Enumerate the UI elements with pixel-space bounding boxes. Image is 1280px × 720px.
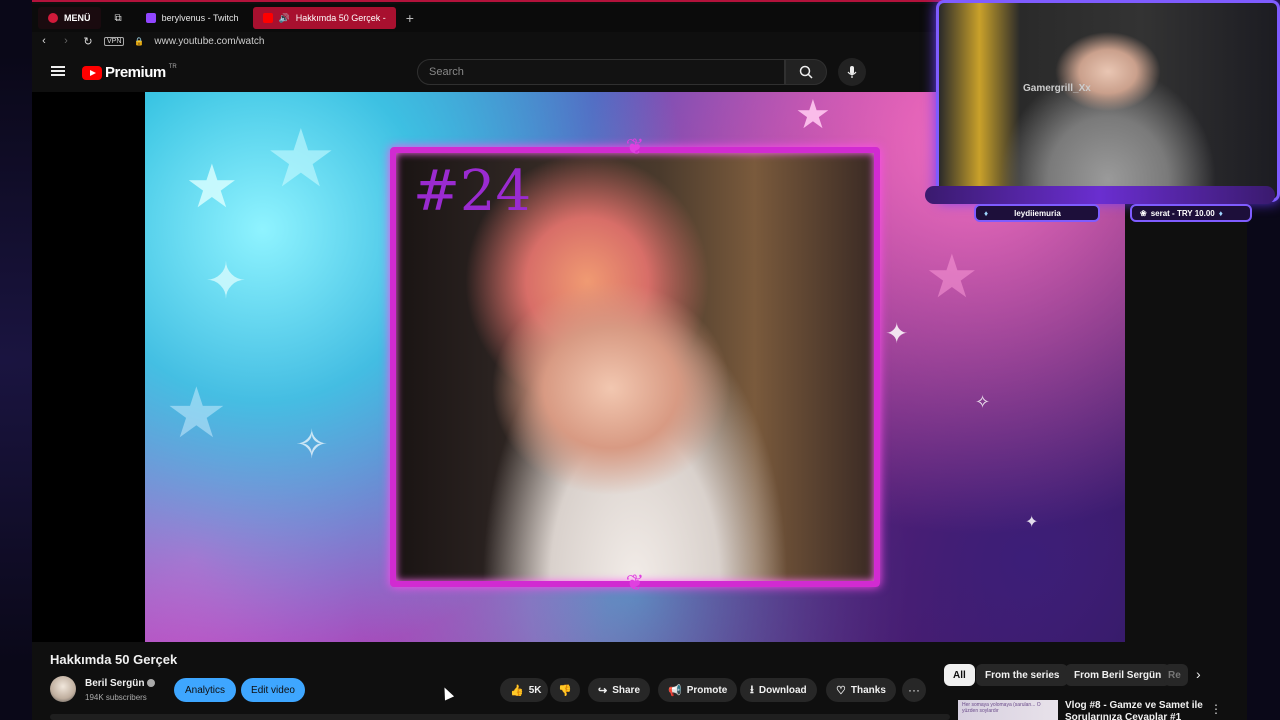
audio-icon[interactable]: 🔊 [279,13,290,24]
youtube-tab-icon [262,13,273,23]
more-actions-button[interactable]: ··· [902,678,926,702]
frame-ornament-bottom: ❦ [625,570,645,595]
logo-region: TR [168,64,177,70]
search-button[interactable] [785,59,827,85]
star-decoration: ✦ [885,318,909,349]
promote-label: Promote [686,684,728,696]
thumbs-down-icon: 👎 [558,684,572,697]
download-icon: ⭳ [750,683,754,696]
recommended-menu-icon[interactable]: ⋮ [1210,702,1222,716]
tab-youtube-label: Hakkımda 50 Gerçek - [295,13,386,23]
heart-gem-icon: ♦ [984,208,989,218]
share-icon: ↪ [598,684,608,697]
hamburger-menu-icon[interactable] [51,66,65,76]
viewer-alert-name: leydiiemuria [1014,208,1061,218]
channel-name[interactable]: Beril Sergün [85,678,156,689]
like-button[interactable]: 👍 5K [500,678,548,702]
share-button[interactable]: ↪ Share [588,678,651,702]
search-input[interactable]: Search [417,59,785,85]
recommended-title[interactable]: Vlog #8 - Gamze ve Samet ile Sorularınız… [1065,700,1205,720]
new-tab-button[interactable]: + [400,10,420,26]
chip-from-the-series[interactable]: From the series [976,664,1069,686]
tab-twitch-label: berylvenus - Twitch [161,13,239,23]
star-decoration: ✧ [295,423,329,467]
lock-icon: 🔒 [134,36,145,46]
chip-from-channel[interactable]: From Beril Sergün [1065,664,1171,686]
paw-icon: ❀ [1140,208,1147,218]
star-decoration: ✦ [205,253,247,309]
super-thanks-icon: ♡ [836,684,846,697]
browser-menu-button[interactable]: MENÜ [38,7,101,29]
opera-icon [48,13,58,23]
star-decoration: ★ [185,153,239,220]
channel-avatar[interactable] [50,676,76,702]
video-title: Hakkımda 50 Gerçek [50,652,178,667]
search-icon [799,65,813,79]
download-label: Download [758,684,807,696]
gaming-chair-label: Gamergrill_Xx [1023,83,1091,94]
gem-icon: ♦ [1218,208,1223,218]
browser-menu-label: MENÜ [64,13,91,23]
chevron-right-icon[interactable]: › [1196,666,1201,682]
twitch-icon [145,13,156,23]
analytics-button[interactable]: Analytics [174,678,236,702]
microphone-icon [847,66,857,78]
verified-icon [147,679,156,688]
frame-ornament-top: ❦ [625,134,645,159]
like-count: 5K [528,684,542,696]
portrait-frame: #24 [390,147,880,587]
subscriber-count: 194K subscribers [85,693,147,702]
forward-icon[interactable]: › [60,35,72,47]
logo-word: Premium [105,64,166,81]
megaphone-icon: 📢 [668,684,682,697]
share-label: Share [612,684,641,696]
vpn-badge[interactable]: VPN [104,36,125,46]
screen: MENÜ ⧉ berylvenus - Twitch 🔊 Hakkımda 50… [0,0,1280,720]
recommended-thumbnail[interactable]: Her somaya yolomaya (sarulan... O yüzden… [958,700,1058,720]
download-button[interactable]: ⭳ Download [740,678,817,702]
dislike-button[interactable]: 👎 [550,678,580,702]
episode-number: #24 [413,159,532,224]
thumbs-up-icon: 👍 [510,684,524,697]
voice-search-button[interactable] [838,58,866,86]
tab-overview-icon[interactable]: ⧉ [105,7,132,29]
description-box-edge [50,714,950,720]
viewer-alert: ♦ leydiiemuria [974,204,1100,222]
edit-video-button[interactable]: Edit video [241,678,305,702]
tab-youtube[interactable]: 🔊 Hakkımda 50 Gerçek - [252,7,396,29]
thanks-label: Thanks [850,684,886,696]
star-decoration: ★ [265,114,337,203]
chip-all[interactable]: All [944,664,975,686]
tip-alert-text: serat - TRY 10.00 [1150,208,1215,218]
url-field[interactable]: www.youtube.com/watch [154,36,264,47]
star-decoration: ✧ [975,392,991,412]
thanks-button[interactable]: ♡ Thanks [826,678,896,702]
tip-alert: ❀ serat - TRY 10.00 ♦ [1130,204,1252,222]
chip-related[interactable]: Re [1164,664,1188,686]
channel-name-text: Beril Sergün [85,678,145,689]
webcam-frame-bar [925,186,1275,204]
back-icon[interactable]: ‹ [38,35,50,47]
star-decoration: ✦ [1025,514,1039,531]
youtube-logo[interactable]: Premium TR [82,64,177,81]
promote-button[interactable]: 📢 Promote [658,678,738,702]
tab-twitch[interactable]: berylvenus - Twitch [136,7,249,29]
reload-icon[interactable]: ↻ [82,35,94,48]
star-decoration: ★ [795,93,831,137]
star-decoration: ★ [925,243,979,310]
webcam-overlay: Gamergrill_Xx [936,0,1280,202]
mouse-cursor [439,685,455,701]
star-decoration: ★ [165,374,228,452]
youtube-play-icon [82,65,102,80]
